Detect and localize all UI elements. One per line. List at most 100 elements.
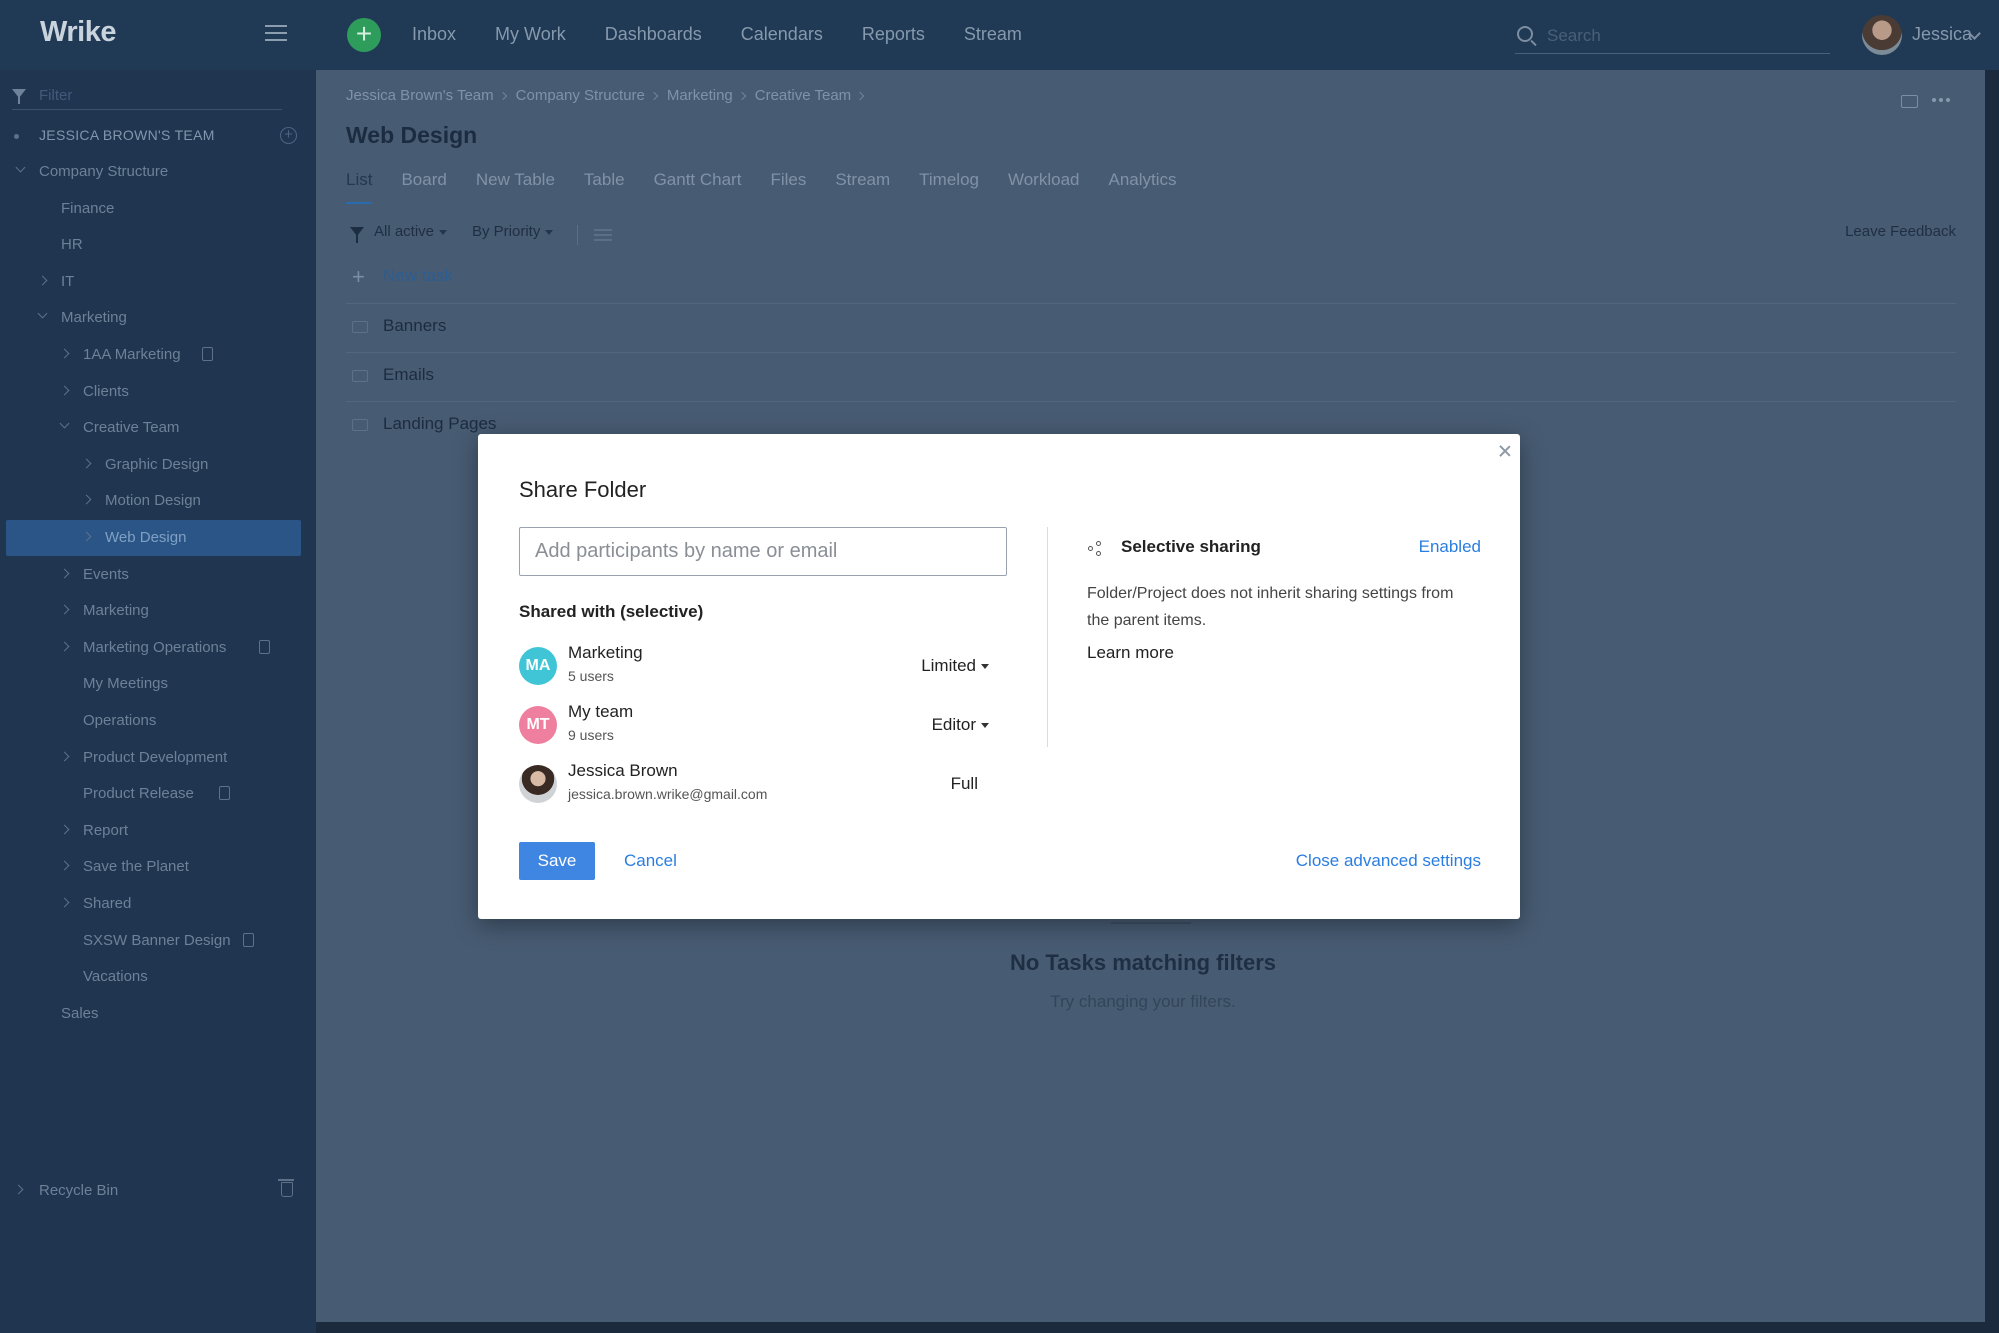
- selective-sharing-toggle[interactable]: Enabled: [1419, 537, 1481, 557]
- chevron-right-icon[interactable]: [81, 458, 92, 469]
- sidebar-item-graphic-design[interactable]: Graphic Design: [0, 447, 316, 483]
- chevron-right-icon[interactable]: [59, 604, 70, 615]
- top-navigation: Inbox My Work Dashboards Calendars Repor…: [412, 24, 1061, 45]
- close-advanced-settings-link[interactable]: Close advanced settings: [1296, 851, 1481, 871]
- chevron-right-icon[interactable]: [59, 385, 70, 396]
- shared-with-label: Shared with (selective): [519, 602, 704, 621]
- tab-gantt-chart[interactable]: Gantt Chart: [654, 170, 742, 204]
- sidebar-team-header[interactable]: JESSICA BROWN'S TEAM +: [0, 118, 316, 154]
- sidebar-item-hr[interactable]: HR: [0, 227, 316, 263]
- sidebar-item-events[interactable]: Events: [0, 557, 316, 593]
- save-button[interactable]: Save: [519, 842, 595, 880]
- document-icon: [218, 786, 230, 801]
- chevron-right-icon[interactable]: [59, 348, 70, 359]
- leave-feedback-link[interactable]: Leave Feedback: [1845, 223, 1956, 240]
- sidebar-item-web-design[interactable]: Web Design: [0, 520, 316, 556]
- nav-stream[interactable]: Stream: [964, 24, 1022, 45]
- member-name: Marketing: [568, 643, 643, 662]
- chevron-down-icon[interactable]: [15, 162, 26, 173]
- sidebar-item-clients[interactable]: Clients: [0, 374, 316, 410]
- list-options-icon[interactable]: [594, 229, 612, 244]
- participants-input[interactable]: [519, 527, 1007, 576]
- user-name[interactable]: Jessica: [1912, 24, 1972, 45]
- role-dropdown[interactable]: Limited: [921, 656, 989, 676]
- sidebar-item-my-meetings[interactable]: My Meetings: [0, 666, 316, 702]
- create-button[interactable]: +: [347, 18, 381, 52]
- tab-stream[interactable]: Stream: [835, 170, 890, 204]
- chevron-right-icon[interactable]: [59, 897, 70, 908]
- more-options-icon[interactable]: [1932, 98, 1953, 102]
- chevron-right-icon[interactable]: [37, 275, 48, 286]
- sidebar-item-operations[interactable]: Operations: [0, 703, 316, 739]
- chevron-right-icon[interactable]: [13, 1184, 24, 1195]
- sidebar-item-save-the-planet[interactable]: Save the Planet: [0, 849, 316, 885]
- chevron-right-icon[interactable]: [59, 860, 70, 871]
- sidebar-item-label: IT: [61, 272, 75, 290]
- sidebar-item-creative-team[interactable]: Creative Team: [0, 410, 316, 446]
- tab-new-table[interactable]: New Table: [476, 170, 555, 204]
- cancel-button[interactable]: Cancel: [624, 851, 677, 871]
- status-filter-dropdown[interactable]: All active: [374, 223, 448, 240]
- sort-dropdown[interactable]: By Priority: [472, 223, 554, 240]
- nav-inbox[interactable]: Inbox: [412, 24, 456, 45]
- sidebar-item-marketing[interactable]: Marketing: [0, 593, 316, 629]
- tab-board[interactable]: Board: [401, 170, 446, 204]
- nav-dashboards[interactable]: Dashboards: [605, 24, 702, 45]
- chevron-down-icon[interactable]: [37, 308, 48, 319]
- sidebar-item-it[interactable]: IT: [0, 264, 316, 300]
- sidebar-item-finance[interactable]: Finance: [0, 191, 316, 227]
- folder-icon[interactable]: [1901, 95, 1918, 108]
- sidebar-item-marketing[interactable]: Marketing: [0, 300, 316, 336]
- share-folder-dialog: Share Folder Shared with (selective) MA …: [478, 434, 1520, 919]
- chevron-right-icon[interactable]: [59, 824, 70, 835]
- close-icon[interactable]: [1498, 444, 1512, 458]
- sidebar-item-company-structure[interactable]: Company Structure: [0, 154, 316, 190]
- nav-my-work[interactable]: My Work: [495, 24, 566, 45]
- wrike-logo[interactable]: Wrike: [40, 16, 116, 49]
- chevron-right-icon[interactable]: [59, 641, 70, 652]
- breadcrumb-item[interactable]: Marketing: [667, 87, 733, 104]
- chevron-right-icon[interactable]: [81, 494, 92, 505]
- learn-more-link[interactable]: Learn more: [1087, 643, 1174, 663]
- breadcrumb-item[interactable]: Jessica Brown's Team: [346, 87, 494, 104]
- chevron-down-icon[interactable]: [59, 418, 70, 429]
- chevron-right-icon[interactable]: [59, 751, 70, 762]
- nav-reports[interactable]: Reports: [862, 24, 925, 45]
- sort-label: By Priority: [472, 223, 541, 240]
- filter-icon[interactable]: [350, 227, 364, 243]
- sidebar-item-product-release[interactable]: Product Release: [0, 776, 316, 812]
- trash-icon[interactable]: [278, 1179, 294, 1197]
- list-toolbar: All active By Priority Leave Feedback: [346, 220, 1956, 250]
- sidebar-item-product-development[interactable]: Product Development: [0, 740, 316, 776]
- sidebar-item-recycle-bin[interactable]: Recycle Bin: [0, 1173, 316, 1209]
- tab-table[interactable]: Table: [584, 170, 625, 204]
- user-avatar[interactable]: [1862, 15, 1902, 55]
- sidebar-item-1aa-marketing[interactable]: 1AA Marketing: [0, 337, 316, 373]
- sidebar-item-marketing-operations[interactable]: Marketing Operations: [0, 630, 316, 666]
- menu-icon[interactable]: [265, 25, 287, 43]
- sidebar-item-report[interactable]: Report: [0, 813, 316, 849]
- document-icon: [242, 932, 254, 947]
- sidebar-item-vacations[interactable]: Vacations: [0, 959, 316, 995]
- breadcrumb-item[interactable]: Creative Team: [755, 87, 851, 104]
- tab-workload[interactable]: Workload: [1008, 170, 1080, 204]
- tab-timelog[interactable]: Timelog: [919, 170, 979, 204]
- sidebar-item-sales[interactable]: Sales: [0, 996, 316, 1032]
- sidebar-item-shared[interactable]: Shared: [0, 886, 316, 922]
- sidebar-item-motion-design[interactable]: Motion Design: [0, 483, 316, 519]
- tab-list[interactable]: List: [346, 170, 373, 204]
- filter-input[interactable]: [39, 84, 269, 106]
- sidebar-item-label: Product Release: [83, 785, 194, 803]
- sidebar-item-sxsw-banner-design[interactable]: SXSW Banner Design: [0, 923, 316, 959]
- search-input[interactable]: [1547, 24, 1817, 48]
- tab-files[interactable]: Files: [770, 170, 806, 204]
- caret-down-icon: [439, 229, 448, 235]
- nav-calendars[interactable]: Calendars: [741, 24, 823, 45]
- member-sub: 5 users: [568, 668, 614, 684]
- tab-analytics[interactable]: Analytics: [1108, 170, 1176, 204]
- breadcrumb-item[interactable]: Company Structure: [516, 87, 645, 104]
- role-dropdown[interactable]: Editor: [932, 715, 989, 735]
- add-icon[interactable]: +: [280, 127, 297, 144]
- sidebar-item-label: Finance: [61, 199, 115, 217]
- chevron-right-icon[interactable]: [59, 568, 70, 579]
